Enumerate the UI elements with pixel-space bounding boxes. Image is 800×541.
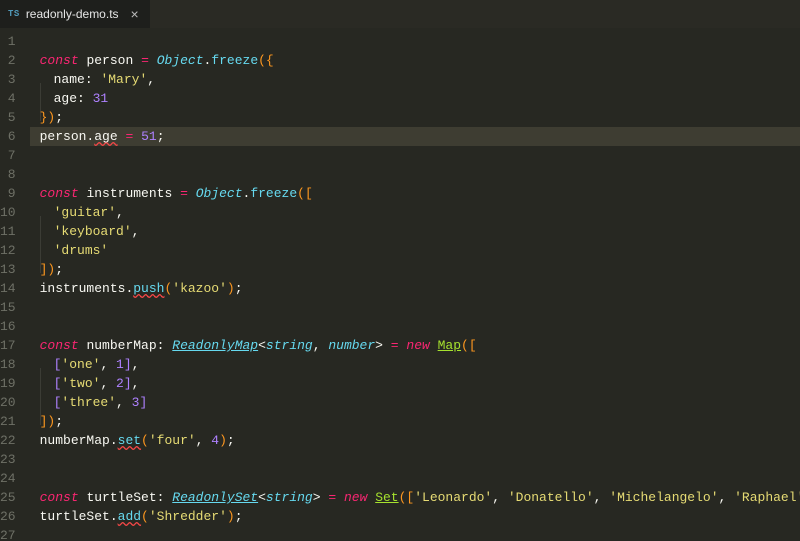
code-line — [30, 165, 800, 184]
tab-title: readonly-demo.ts — [26, 7, 119, 21]
line-number: 14 — [0, 279, 30, 298]
code-line: numberMap.set('four', 4); — [30, 431, 800, 450]
code-line: 'drums' — [30, 241, 800, 260]
code-line — [30, 526, 800, 541]
code-line: ['one', 1], — [30, 355, 800, 374]
line-number: 3 — [0, 70, 30, 89]
typescript-icon: TS — [8, 9, 20, 19]
line-number: 15 — [0, 298, 30, 317]
line-number: 21 — [0, 412, 30, 431]
line-number: 25 — [0, 488, 30, 507]
code-line — [30, 450, 800, 469]
code-line: const turtleSet: ReadonlySet<string> = n… — [30, 488, 800, 507]
line-number: 19 — [0, 374, 30, 393]
code-line — [30, 469, 800, 488]
tab-bar: TS readonly-demo.ts × — [0, 0, 800, 28]
code-line: ['three', 3] — [30, 393, 800, 412]
code-line: ['two', 2], — [30, 374, 800, 393]
code-line: ]); — [30, 260, 800, 279]
code-area[interactable]: const person = Object.freeze({ name: 'Ma… — [30, 28, 800, 541]
code-line: age: 31 — [30, 89, 800, 108]
code-line: 'keyboard', — [30, 222, 800, 241]
editor: 1234567891011121314151617181920212223242… — [0, 28, 800, 541]
line-number: 7 — [0, 146, 30, 165]
line-number: 17 — [0, 336, 30, 355]
editor-tab[interactable]: TS readonly-demo.ts × — [0, 0, 150, 28]
code-line: turtleSet.add('Shredder'); — [30, 507, 800, 526]
line-number: 11 — [0, 222, 30, 241]
line-number-gutter: 1234567891011121314151617181920212223242… — [0, 28, 30, 541]
line-number: 12 — [0, 241, 30, 260]
code-line — [30, 146, 800, 165]
code-line: name: 'Mary', — [30, 70, 800, 89]
line-number: 13 — [0, 260, 30, 279]
line-number: 20 — [0, 393, 30, 412]
line-number: 23 — [0, 450, 30, 469]
code-line: instruments.push('kazoo'); — [30, 279, 800, 298]
line-number: 4 — [0, 89, 30, 108]
line-number: 16 — [0, 317, 30, 336]
line-number: 2 — [0, 51, 30, 70]
line-number: 22 — [0, 431, 30, 450]
line-number: 24 — [0, 469, 30, 488]
code-line: const person = Object.freeze({ — [30, 51, 800, 70]
code-line — [30, 32, 800, 51]
line-number: 8 — [0, 165, 30, 184]
line-number: 27 — [0, 526, 30, 541]
line-number: 18 — [0, 355, 30, 374]
line-number: 5 — [0, 108, 30, 127]
code-line — [30, 298, 800, 317]
code-line-active: person.age = 51; — [30, 127, 800, 146]
line-number: 1 — [0, 32, 30, 51]
code-line: ]); — [30, 412, 800, 431]
line-number: 9 — [0, 184, 30, 203]
close-icon[interactable]: × — [131, 6, 139, 22]
code-line: }); — [30, 108, 800, 127]
code-line: 'guitar', — [30, 203, 800, 222]
line-number: 6 — [0, 127, 30, 146]
code-line: const numberMap: ReadonlyMap<string, num… — [30, 336, 800, 355]
line-number: 26 — [0, 507, 30, 526]
code-line — [30, 317, 800, 336]
line-number: 10 — [0, 203, 30, 222]
code-line: const instruments = Object.freeze([ — [30, 184, 800, 203]
